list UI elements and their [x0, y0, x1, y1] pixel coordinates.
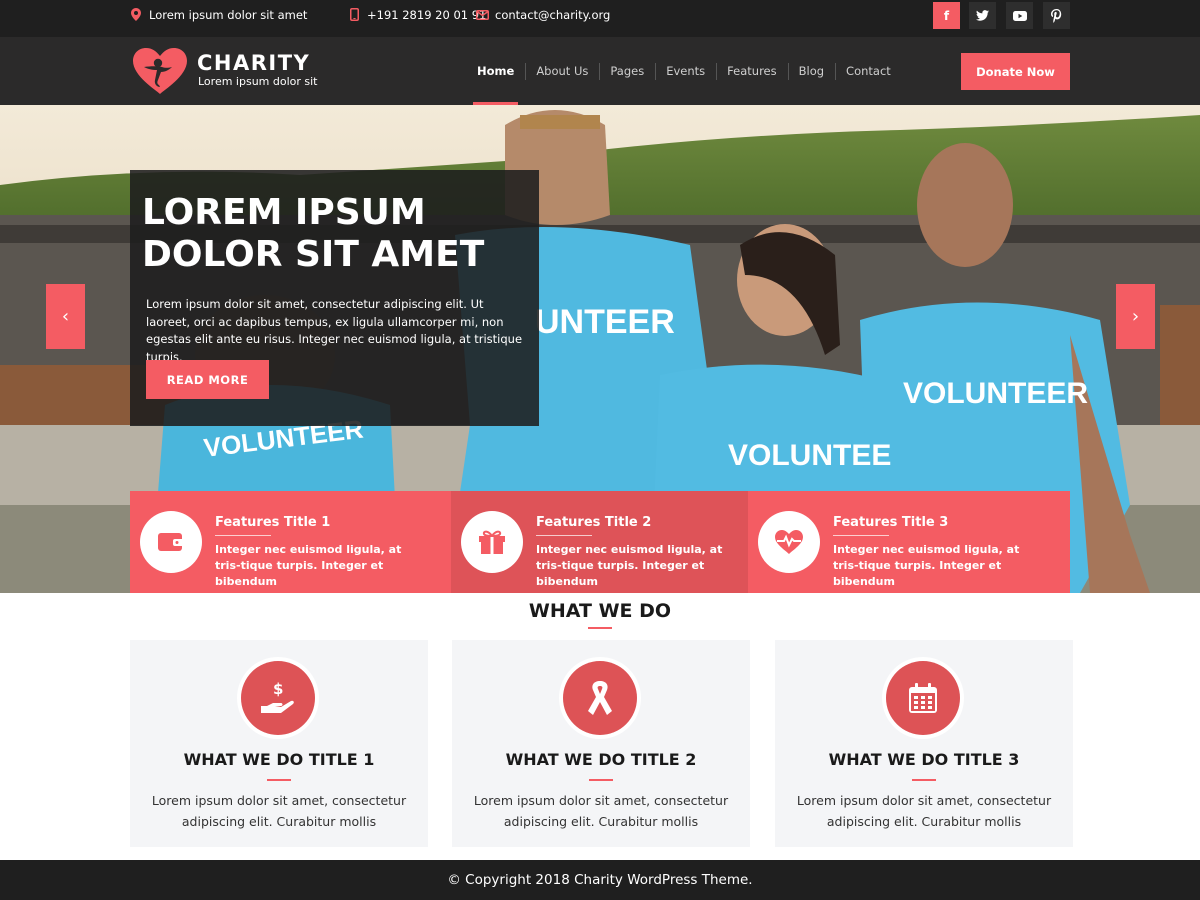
card-icon-ring: $ [237, 657, 319, 739]
copyright-text: © Copyright 2018 Charity WordPress Theme… [447, 872, 753, 888]
feature-icon-circle [140, 511, 202, 573]
card-title: WHAT WE DO TITLE 3 [828, 750, 1020, 769]
hero-title-line-2: DOLOR SIT AMET [142, 234, 485, 275]
nav-item-home[interactable]: Home [466, 37, 525, 105]
nav-item-about-us[interactable]: About Us [525, 37, 599, 105]
card-text: Lorem ipsum dolor sit amet, consectetur … [796, 793, 1052, 829]
nav-item-blog[interactable]: Blog [787, 37, 835, 105]
facebook-button[interactable]: f [933, 2, 960, 29]
address-text: Lorem ipsum dolor sit amet [149, 7, 308, 22]
feature-text: Integer nec euismod ligula, at tris-tiqu… [215, 543, 402, 588]
feature-icon-circle [758, 511, 820, 573]
nav-item-contact[interactable]: Contact [835, 37, 902, 105]
shirt-text-2: VOLUNTEE [728, 439, 891, 472]
feature-title: Features Title 1 [215, 515, 331, 530]
card-text: Lorem ipsum dolor sit amet, consectetur … [151, 793, 407, 829]
main-navigation: CHARITY Lorem ipsum dolor sit Home About… [0, 37, 1200, 105]
card-divider [589, 779, 613, 781]
nav-menu: Home About Us Pages Events Features Blog… [466, 37, 902, 105]
feature-divider [833, 535, 889, 536]
email-text: contact@charity.org [495, 7, 611, 22]
hero-title-line-1: LOREM IPSUM [142, 192, 426, 233]
facebook-icon: f [943, 8, 950, 23]
shirt-text-1: UNTEER [535, 303, 675, 341]
phone-text: +191 2819 20 01 91 [367, 7, 487, 22]
brand-tagline: Lorem ipsum dolor sit [198, 75, 318, 88]
nav-item-events[interactable]: Events [655, 37, 716, 105]
what-we-do-card-3[interactable]: WHAT WE DO TITLE 3 Lorem ipsum dolor sit… [775, 640, 1073, 847]
card-text: Lorem ipsum dolor sit amet, consectetur … [473, 793, 729, 829]
svg-text:$: $ [273, 680, 283, 698]
envelope-icon [475, 8, 489, 22]
hero-caption-box: LOREM IPSUM DOLOR SIT AMET Lorem ipsum d… [130, 170, 539, 426]
youtube-icon [1012, 10, 1027, 21]
chevron-right-icon: › [1131, 306, 1140, 327]
heart-logo-icon[interactable] [131, 46, 189, 96]
gift-icon [479, 530, 505, 554]
card-icon-ring [882, 657, 964, 739]
twitter-icon [976, 10, 989, 21]
youtube-button[interactable] [1006, 2, 1033, 29]
feature-box-2[interactable]: Features Title 2 Integer nec euismod lig… [451, 491, 748, 593]
read-more-button[interactable]: READ MORE [146, 360, 269, 399]
phone-icon [347, 8, 361, 22]
shirt-text-3: VOLUNTEER [903, 377, 1088, 410]
card-icon-ring [559, 657, 641, 739]
feature-box-3[interactable]: Features Title 3 Integer nec euismod lig… [748, 491, 1070, 593]
email-info[interactable]: contact@charity.org [475, 0, 610, 29]
card-divider [912, 779, 936, 781]
footer: © Copyright 2018 Charity WordPress Theme… [0, 860, 1200, 900]
pinterest-icon [1051, 8, 1062, 23]
heartbeat-icon [775, 530, 803, 554]
address-info: Lorem ipsum dolor sit amet [129, 0, 307, 29]
slider-next-button[interactable]: › [1116, 284, 1155, 349]
card-divider [267, 779, 291, 781]
feature-icon-circle [461, 511, 523, 573]
donate-now-button[interactable]: Donate Now [961, 53, 1070, 90]
top-bar: Lorem ipsum dolor sit amet +191 2819 20 … [0, 0, 1200, 37]
feature-title: Features Title 2 [536, 515, 652, 530]
nav-item-pages[interactable]: Pages [599, 37, 655, 105]
donation-hand-icon: $ [261, 680, 294, 713]
feature-divider [215, 535, 271, 536]
feature-divider [536, 535, 592, 536]
hero-description: Lorem ipsum dolor sit amet, consectetur … [146, 297, 523, 364]
pinterest-button[interactable] [1043, 2, 1070, 29]
feature-text: Integer nec euismod ligula, at tris-tiqu… [536, 543, 723, 588]
map-pin-icon [129, 8, 143, 22]
calendar-icon [909, 683, 937, 713]
twitter-button[interactable] [969, 2, 996, 29]
section-heading: WHAT WE DO [528, 600, 672, 622]
feature-title: Features Title 3 [833, 515, 949, 530]
slider-prev-button[interactable]: ‹ [46, 284, 85, 349]
card-title: WHAT WE DO TITLE 1 [183, 750, 375, 769]
feature-box-1[interactable]: Features Title 1 Integer nec euismod lig… [130, 491, 451, 593]
card-title: WHAT WE DO TITLE 2 [505, 750, 697, 769]
wallet-icon [158, 533, 184, 551]
what-we-do-card-1[interactable]: $ WHAT WE DO TITLE 1 Lorem ipsum dolor s… [130, 640, 428, 847]
what-we-do-card-2[interactable]: WHAT WE DO TITLE 2 Lorem ipsum dolor sit… [452, 640, 750, 847]
section-heading-underline [588, 627, 612, 629]
phone-info[interactable]: +191 2819 20 01 91 [347, 0, 486, 29]
nav-item-features[interactable]: Features [716, 37, 787, 105]
hero-slider: UNTEER VOLUNTEE VOLUNTEER VOLUNTEER LORE… [0, 105, 1200, 593]
brand-name[interactable]: CHARITY [197, 51, 310, 75]
hero-title: LOREM IPSUM DOLOR SIT AMET [142, 192, 522, 276]
feature-text: Integer nec euismod ligula, at tris-tiqu… [833, 543, 1020, 588]
ribbon-icon [588, 681, 612, 715]
chevron-left-icon: ‹ [61, 306, 70, 327]
